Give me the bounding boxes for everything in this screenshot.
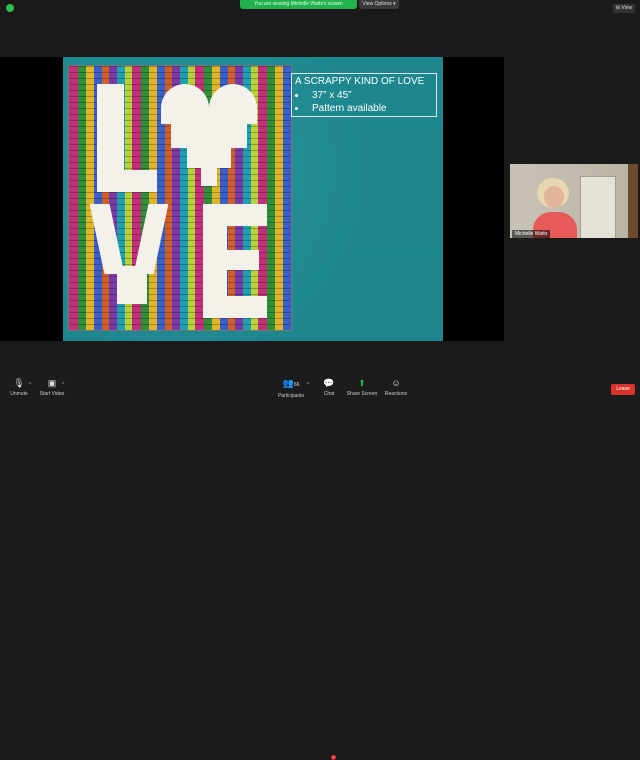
- participant-video-tile[interactable]: Michelle Watts: [510, 164, 638, 238]
- participants-button[interactable]: 👥66 Participants: [276, 378, 306, 399]
- background-cabinet: [628, 164, 638, 238]
- bullet-pattern: Pattern available: [307, 102, 433, 115]
- background-door: [580, 176, 616, 238]
- security-shield-icon[interactable]: [6, 4, 14, 12]
- participant-name-label: Michelle Watts: [512, 230, 551, 238]
- viewing-screen-banner: You are viewing Michelle Watts's screen: [240, 0, 357, 9]
- slide-title: A SCRAPPY KIND OF LOVE: [295, 76, 425, 87]
- top-bar: You are viewing Michelle Watts's screen …: [0, 0, 640, 16]
- chat-button[interactable]: 💬 Chat: [320, 378, 338, 397]
- bullet-size: 37” x 45”: [307, 89, 433, 102]
- microphone-muted-icon: 🎙: [13, 378, 25, 388]
- slide-caption: A SCRAPPY KIND OF LOVE 37” x 45” Pattern…: [291, 73, 437, 117]
- video-options-chevron-icon[interactable]: ^: [62, 382, 64, 388]
- view-button[interactable]: ⊞ View: [613, 4, 635, 13]
- audio-options-chevron-icon[interactable]: ^: [29, 382, 31, 388]
- view-options-button[interactable]: View Options ▾: [359, 0, 399, 9]
- love-quilt-image: [68, 65, 292, 331]
- slide-bullets: 37” x 45” Pattern available: [295, 89, 433, 115]
- chat-unread-badge: 1: [331, 755, 336, 760]
- participant-person: [533, 178, 577, 238]
- reactions-icon: ☺: [391, 378, 401, 388]
- participants-icon: 👥66: [282, 378, 300, 388]
- participants-options-chevron-icon[interactable]: ^: [307, 382, 309, 388]
- share-screen-button[interactable]: ⬆ Share Screen: [345, 378, 379, 397]
- leave-button[interactable]: Leave: [611, 384, 635, 395]
- chat-icon: 💬: [323, 378, 335, 388]
- meeting-toolbar: 🎙 Unmute ^ ▣ Start Video ^ 👥66 Participa…: [0, 376, 640, 760]
- reactions-button[interactable]: ☺ Reactions: [383, 378, 409, 397]
- unmute-button[interactable]: 🎙 Unmute: [8, 378, 30, 397]
- share-screen-icon: ⬆: [358, 378, 366, 388]
